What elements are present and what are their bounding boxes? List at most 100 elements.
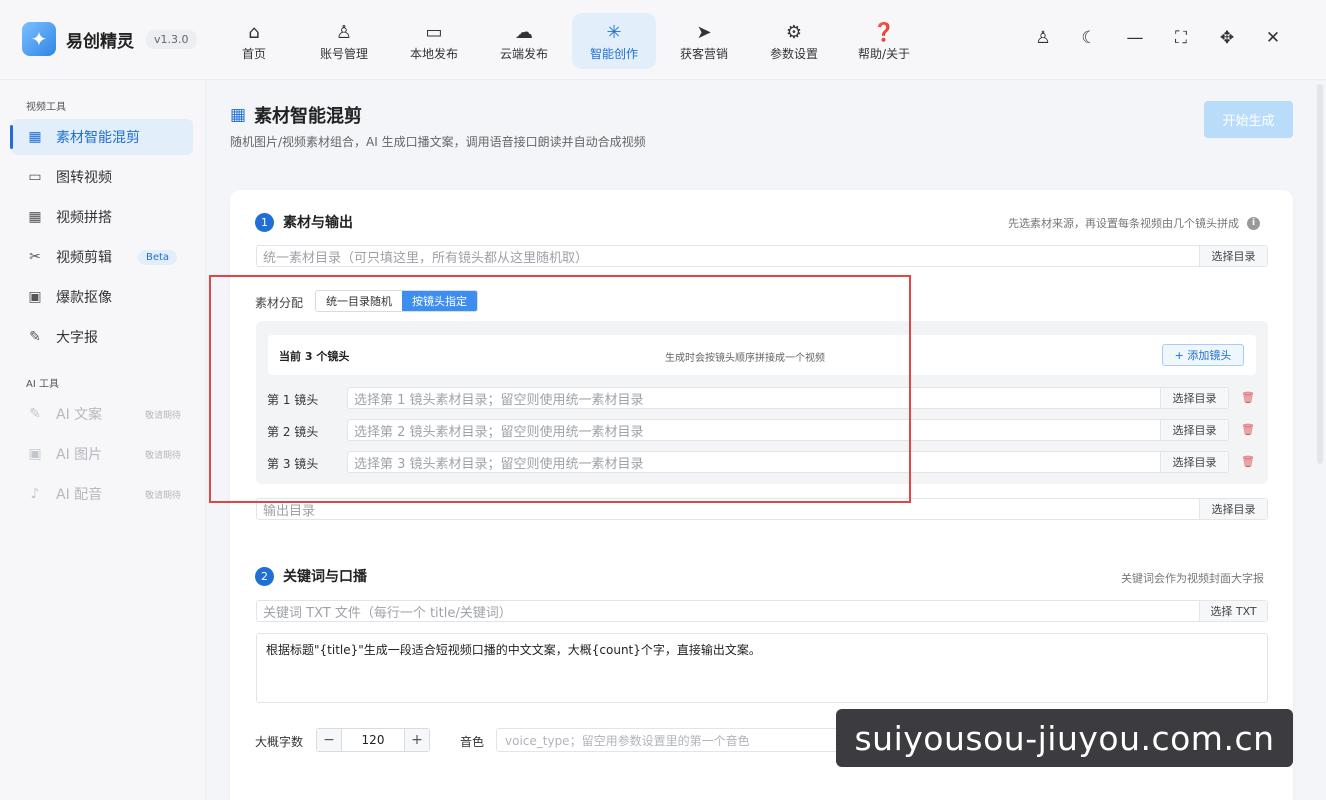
- shot-tip: 生成时会按镜头顺序拼接成一个视频: [665, 353, 825, 364]
- section-number: 1: [255, 212, 274, 232]
- grid-icon: ▦: [230, 105, 247, 125]
- section-title: 素材与输出: [283, 215, 353, 231]
- brand: ✦ 易创精灵 v1.3.0: [22, 22, 197, 56]
- nav-item-4[interactable]: ✳ 智能创作: [572, 13, 656, 69]
- trash-icon[interactable]: 🗑: [1241, 391, 1255, 404]
- window-controls: ♙ ☾ — ⛶ ✥ ✕: [1020, 28, 1296, 48]
- sidebar-item-ai-0[interactable]: ✎ AI 文案 敬请期待: [12, 396, 193, 432]
- sidebar-item-label: 视频剪辑: [56, 250, 112, 266]
- voice-type-input[interactable]: voice_type；留空用参数设置里的第一个音色: [496, 728, 841, 752]
- material-dir-field: 统一素材目录（可只填这里，所有镜头都从这里随机取） 选择目录: [256, 245, 1268, 267]
- pen-icon: ✎: [29, 406, 41, 422]
- nav-label: 帮助/关于: [857, 46, 911, 61]
- nav-item-1[interactable]: ♙ 账号管理: [302, 13, 386, 69]
- sidebar-section-ai: AI 工具: [26, 379, 59, 390]
- section-2-header: 2 关键词与口播: [255, 566, 367, 586]
- alloc-label: 素材分配: [255, 296, 304, 310]
- sidebar-item-video-4[interactable]: ▣ 爆款抠像: [12, 279, 193, 315]
- sidebar-item-video-1[interactable]: ▭ 图转视频: [12, 159, 193, 195]
- move-button[interactable]: ✥: [1204, 28, 1250, 48]
- info-icon[interactable]: i: [1247, 216, 1260, 230]
- nav-label: 本地发布: [409, 46, 458, 61]
- select-output-dir-button[interactable]: 选择目录: [1199, 499, 1267, 519]
- select-material-dir-button[interactable]: 选择目录: [1199, 246, 1267, 266]
- nav-item-0[interactable]: ⌂ 首页: [212, 13, 296, 69]
- sidebar-item-video-2[interactable]: ▦ 视频拼搭: [12, 199, 193, 235]
- shot-dir-field: 选择第 3 镜头素材目录；留空则使用统一素材目录 选择目录: [347, 451, 1229, 473]
- nav-label: 账号管理: [319, 46, 368, 61]
- fullscreen-button[interactable]: ⛶: [1158, 28, 1204, 48]
- sidebar-item-video-5[interactable]: ✎ 大字报: [12, 319, 193, 355]
- user-icon: ♙: [335, 21, 353, 43]
- page-subtitle: 随机图片/视频素材组合，AI 生成口播文案，调用语音接口朗读并自动合成视频: [230, 135, 646, 149]
- image-icon: ▣: [28, 289, 42, 305]
- section-hint-text: 先选素材来源，再设置每条视频由几个镜头拼成: [1008, 217, 1239, 230]
- trash-icon[interactable]: 🗑: [1241, 423, 1255, 436]
- coming-soon-label: 敬请期待: [144, 410, 181, 421]
- output-dir-field: 输出目录 选择目录: [256, 498, 1268, 520]
- nav-item-6[interactable]: ⚙ 参数设置: [752, 13, 836, 69]
- select-shot-dir-button[interactable]: 选择目录: [1160, 388, 1228, 408]
- send-icon: ➤: [696, 21, 712, 43]
- word-count-value[interactable]: 120: [341, 729, 405, 751]
- profile-button[interactable]: ♙: [1020, 28, 1066, 48]
- close-button[interactable]: ✕: [1250, 28, 1296, 48]
- nav-label: 云端发布: [499, 46, 548, 61]
- word-count-stepper: − 120 +: [316, 728, 430, 752]
- sidebar-item-label: 大字报: [56, 330, 98, 346]
- nav-item-2[interactable]: ▭ 本地发布: [392, 13, 476, 69]
- nav-item-5[interactable]: ➤ 获客营销: [662, 13, 746, 69]
- sidebar-item-label: 素材智能混剪: [56, 130, 140, 146]
- nav-label: 获客营销: [679, 46, 728, 61]
- shot-dir-field: 选择第 2 镜头素材目录；留空则使用统一素材目录 选择目录: [347, 419, 1229, 441]
- sidebar-item-label: AI 文案: [56, 407, 103, 423]
- prompt-textarea[interactable]: 根据标题"{title}"生成一段适合短视频口播的中文文案，大概{count}个…: [256, 633, 1268, 703]
- start-generate-button[interactable]: 开始生成: [1204, 101, 1293, 138]
- select-shot-dir-button[interactable]: 选择目录: [1160, 420, 1228, 440]
- shot-label: 第 3 镜头: [267, 457, 319, 471]
- add-shot-button[interactable]: + 添加镜头: [1162, 344, 1244, 366]
- alloc-option-unified[interactable]: 统一目录随机: [316, 291, 402, 311]
- page-title-text: 素材智能混剪: [254, 106, 363, 127]
- top-bar: ✦ 易创精灵 v1.3.0 ⌂ 首页 ♙ 账号管理 ▭ 本地发布 ☁ 云端发布 ✳ 智能创作 ➤ 获客…: [0, 0, 1326, 80]
- sidebar-item-label: 图转视频: [56, 170, 112, 186]
- decrement-button[interactable]: −: [317, 729, 341, 751]
- grid-icon: ▦: [28, 129, 42, 145]
- select-shot-dir-button[interactable]: 选择目录: [1160, 452, 1228, 472]
- shot-panel-header: 当前 3 个镜头 生成时会按镜头顺序拼接成一个视频 + 添加镜头: [268, 335, 1256, 375]
- increment-button[interactable]: +: [405, 729, 429, 751]
- sidebar-item-video-0[interactable]: ▦ 素材智能混剪: [10, 119, 193, 155]
- trash-icon[interactable]: 🗑: [1241, 455, 1255, 468]
- video-icon: ▭: [28, 169, 42, 185]
- help-icon: ❓: [872, 21, 896, 43]
- alloc-option-per-shot[interactable]: 按镜头指定: [402, 291, 477, 311]
- section-number: 2: [255, 566, 274, 586]
- section-1-hint: 先选素材来源，再设置每条视频由几个镜头拼成 i: [1008, 215, 1260, 231]
- shot-dir-input[interactable]: 选择第 2 镜头素材目录；留空则使用统一素材目录: [348, 421, 1160, 440]
- shot-dir-input[interactable]: 选择第 3 镜头素材目录；留空则使用统一素材目录: [348, 453, 1160, 472]
- section-1-header: 1 素材与输出: [255, 212, 353, 232]
- scrollbar[interactable]: [1317, 84, 1323, 464]
- select-txt-button[interactable]: 选择 TXT: [1199, 601, 1267, 621]
- sidebar-item-label: AI 配音: [56, 487, 103, 503]
- nav-label: 智能创作: [589, 46, 638, 61]
- keyword-file-input[interactable]: 关键词 TXT 文件（每行一个 title/关键词）: [257, 602, 1199, 621]
- nav-item-7[interactable]: ❓ 帮助/关于: [842, 13, 926, 69]
- shot-dir-input[interactable]: 选择第 1 镜头素材目录；留空则使用统一素材目录: [348, 389, 1160, 408]
- material-dir-input[interactable]: 统一素材目录（可只填这里，所有镜头都从这里随机取）: [257, 247, 1199, 266]
- sidebar-item-ai-1[interactable]: ▣ AI 图片 敬请期待: [12, 436, 193, 472]
- section-title: 关键词与口播: [283, 569, 367, 585]
- sidebar-item-video-3[interactable]: ✂ 视频剪辑 Beta: [12, 239, 193, 275]
- minimize-button[interactable]: —: [1112, 28, 1158, 48]
- sidebar-item-ai-2[interactable]: ♪ AI 配音 敬请期待: [12, 476, 193, 512]
- keyword-file-field: 关键词 TXT 文件（每行一个 title/关键词） 选择 TXT: [256, 600, 1268, 622]
- sidebar-item-label: AI 图片: [56, 447, 103, 463]
- output-dir-input[interactable]: 输出目录: [257, 500, 1199, 519]
- theme-button[interactable]: ☾: [1066, 28, 1112, 48]
- shot-count: 当前 3 个镜头: [279, 350, 350, 363]
- sidebar-item-label: 爆款抠像: [56, 290, 112, 306]
- sidebar-ai-list: ✎ AI 文案 敬请期待 ▣ AI 图片 敬请期待 ♪ AI 配音 敬请期待: [0, 396, 205, 512]
- nav-item-3[interactable]: ☁ 云端发布: [482, 13, 566, 69]
- gear-icon: ⚙: [785, 21, 803, 43]
- coming-soon-label: 敬请期待: [144, 490, 181, 501]
